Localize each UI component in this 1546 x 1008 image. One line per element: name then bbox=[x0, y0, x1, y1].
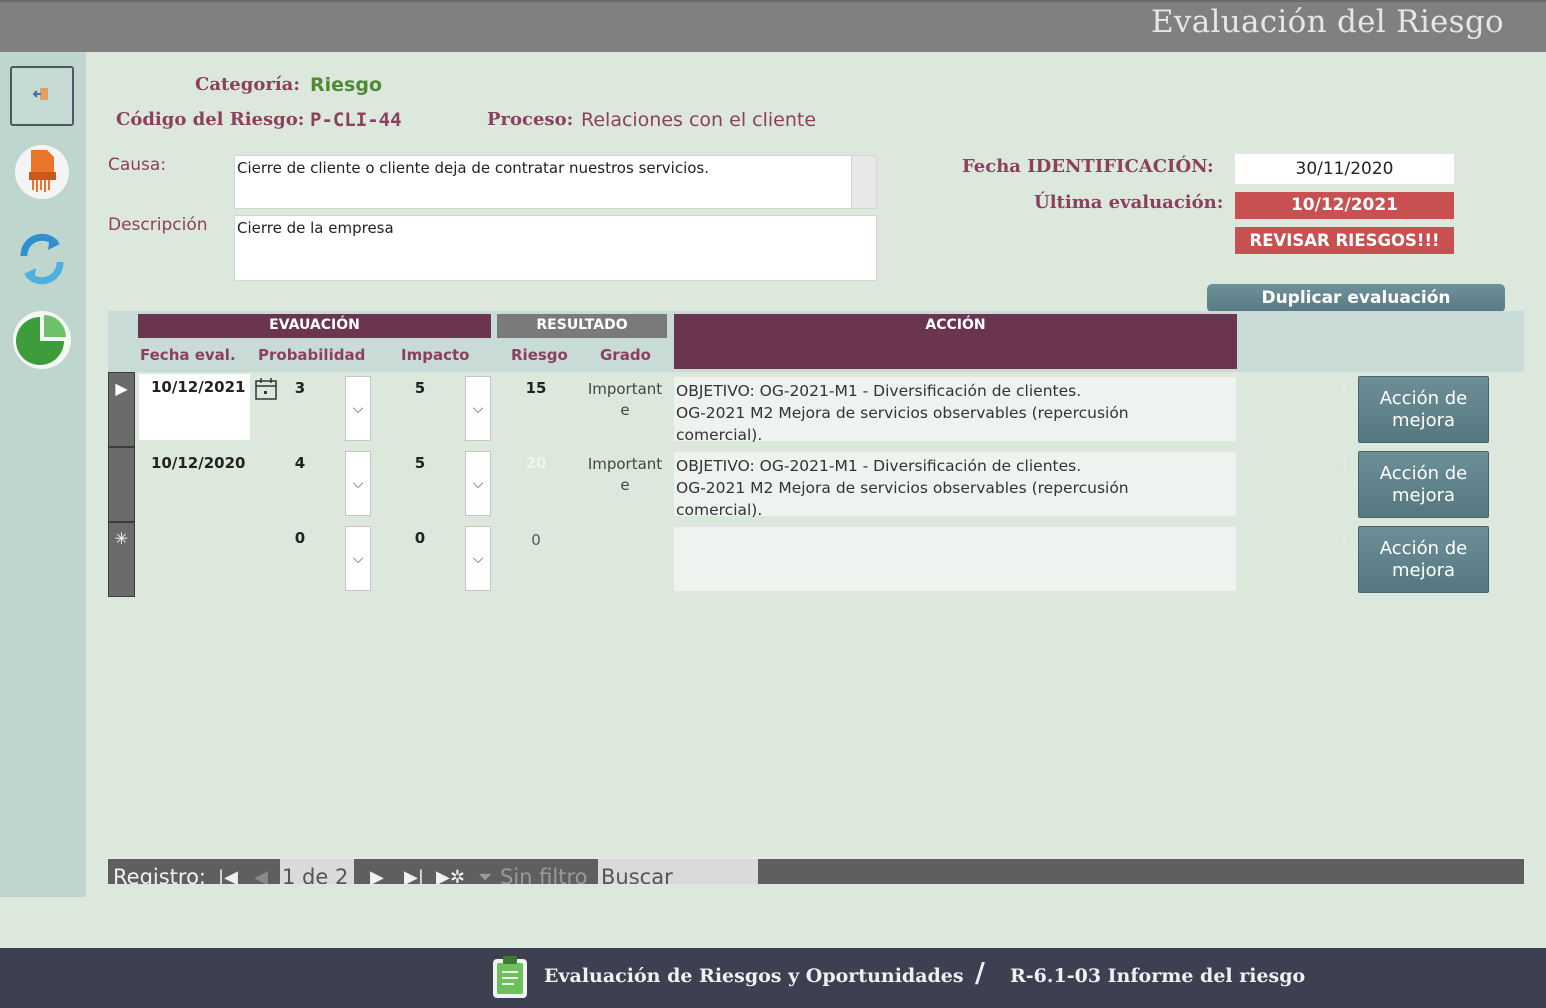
chart-button[interactable] bbox=[10, 309, 74, 375]
row-selector[interactable] bbox=[108, 447, 135, 522]
pdf-report-button[interactable] bbox=[10, 142, 74, 202]
footer-separator: / bbox=[975, 958, 985, 989]
pie-chart-icon bbox=[11, 309, 73, 375]
row2-impacto-dropdown[interactable]: ⌵ bbox=[465, 451, 491, 516]
fecha-identificacion-label: Fecha IDENTIFICACIÓN: bbox=[962, 156, 1214, 177]
row3-accion-mejora-button[interactable]: Acción de mejora bbox=[1358, 526, 1489, 593]
descripcion-field[interactable]: Cierre de la empresa bbox=[234, 215, 877, 281]
search-input[interactable]: Buscar bbox=[598, 859, 758, 884]
row1-riesgo: 15 bbox=[525, 379, 547, 397]
footer: Evaluación de Riesgos y Oportunidades / … bbox=[0, 948, 1546, 1008]
descripcion-text: Cierre de la empresa bbox=[237, 219, 394, 237]
col-riesgo: Riesgo bbox=[511, 346, 568, 364]
row3-impacto[interactable]: 0 bbox=[405, 529, 435, 547]
last-record-icon[interactable]: ▶| bbox=[404, 867, 424, 884]
col-probabilidad: Probabilidad bbox=[258, 346, 366, 364]
row1-fecha[interactable]: 10/12/2021 bbox=[139, 374, 250, 440]
row2-accion[interactable]: OBJETIVO: OG-2021-M1 - Diversificación d… bbox=[674, 452, 1236, 519]
descripcion-label: Descripción bbox=[108, 215, 208, 235]
causa-label: Causa: bbox=[108, 155, 167, 175]
record-position[interactable]: 1 de 2 bbox=[280, 859, 354, 884]
row-selector-new[interactable]: ✳ bbox=[108, 522, 135, 597]
title-bar: Evaluación del Riesgo bbox=[0, 0, 1546, 52]
new-record-icon[interactable]: ▶✲ bbox=[436, 867, 465, 884]
proceso-value: Relaciones con el cliente bbox=[581, 109, 817, 131]
record-navigation: Registro: |◀ ◀ 1 de 2 ▶ ▶| ▶✲ ⏷ Sin filt… bbox=[108, 857, 1524, 884]
row1-impacto-dropdown[interactable]: ⌵ bbox=[465, 376, 491, 441]
duplicate-evaluation-button[interactable]: Duplicar evaluación bbox=[1207, 284, 1505, 312]
group-header-accion: ACCIÓN bbox=[674, 314, 1237, 369]
causa-field[interactable]: Cierre de cliente o cliente deja de cont… bbox=[234, 155, 877, 209]
categoria-value: Riesgo bbox=[310, 74, 382, 96]
chevron-down-icon: ⌵ bbox=[352, 400, 364, 417]
row1-impacto[interactable]: 5 bbox=[405, 379, 435, 397]
row1-probabilidad[interactable]: 3 bbox=[285, 379, 315, 397]
pdf-report-icon bbox=[12, 140, 72, 204]
exit-button[interactable] bbox=[10, 66, 74, 126]
revisar-alert: REVISAR RIESGOS!!! bbox=[1235, 227, 1454, 254]
ultima-evaluacion-label: Última evaluación: bbox=[1034, 192, 1224, 213]
causa-scrollbar[interactable] bbox=[851, 156, 876, 208]
col-fecha: Fecha eval. bbox=[140, 346, 236, 364]
codigo-label: Código del Riesgo: bbox=[116, 109, 305, 130]
chevron-down-icon: ⌵ bbox=[472, 550, 484, 567]
row1-grado: Important e bbox=[587, 380, 663, 419]
first-record-icon[interactable]: |◀ bbox=[218, 867, 238, 884]
chevron-down-icon: ⌵ bbox=[352, 550, 364, 567]
row1-accion[interactable]: OBJETIVO: OG-2021-M1 - Diversificación d… bbox=[674, 377, 1236, 444]
row2-grado: Important e bbox=[587, 455, 663, 494]
window-title: Evaluación del Riesgo bbox=[1150, 4, 1504, 40]
previous-record-icon[interactable]: ◀ bbox=[254, 867, 268, 884]
clipboard-icon bbox=[490, 954, 532, 1004]
row2-accion-mejora-button[interactable]: Acción de mejora bbox=[1358, 451, 1489, 518]
refresh-icon bbox=[14, 228, 70, 292]
row3-riesgo: 0 bbox=[531, 531, 541, 549]
proceso-label: Proceso: bbox=[487, 109, 574, 130]
next-record-icon[interactable]: ▶ bbox=[370, 867, 384, 884]
footer-report-name: R-6.1-03 Informe del riesgo bbox=[1010, 965, 1306, 987]
col-grado: Grado bbox=[600, 346, 651, 364]
exit-icon bbox=[31, 86, 53, 106]
row1-accion-mejora-button[interactable]: Acción de mejora bbox=[1358, 376, 1489, 443]
row2-impacto[interactable]: 5 bbox=[405, 454, 435, 472]
filter-icon[interactable]: ⏷ bbox=[478, 867, 492, 884]
fecha-identificacion-field[interactable]: 30/11/2020 bbox=[1235, 154, 1454, 184]
row1-probabilidad-dropdown[interactable]: ⌵ bbox=[345, 376, 371, 441]
row2-probabilidad-dropdown[interactable]: ⌵ bbox=[345, 451, 371, 516]
row3-probabilidad-dropdown[interactable]: ⌵ bbox=[345, 526, 371, 591]
row2-riesgo: 20 bbox=[525, 454, 547, 472]
chevron-down-icon: ⌵ bbox=[472, 400, 484, 417]
filter-status[interactable]: Sin filtro bbox=[500, 865, 587, 884]
row3-accion[interactable] bbox=[674, 527, 1236, 591]
codigo-value: P-CLI-44 bbox=[310, 109, 402, 131]
row2-fecha[interactable]: 10/12/2020 bbox=[151, 454, 245, 472]
categoria-label: Categoría: bbox=[195, 74, 300, 95]
row2-probabilidad[interactable]: 4 bbox=[285, 454, 315, 472]
row3-impacto-dropdown[interactable]: ⌵ bbox=[465, 526, 491, 591]
registro-label: Registro: bbox=[113, 865, 207, 884]
sidebar bbox=[0, 52, 86, 897]
chevron-down-icon: ⌵ bbox=[472, 475, 484, 492]
group-header-evaluacion: EVAUACIÓN bbox=[138, 314, 491, 338]
footer-app-name: Evaluación de Riesgos y Oportunidades bbox=[544, 965, 964, 987]
row-selector-current[interactable]: ▶ bbox=[108, 372, 135, 447]
ultima-evaluacion-field: 10/12/2021 bbox=[1235, 192, 1454, 219]
group-header-resultado: RESULTADO bbox=[497, 314, 667, 338]
chevron-down-icon: ⌵ bbox=[352, 475, 364, 492]
col-impacto: Impacto bbox=[401, 346, 470, 364]
refresh-button[interactable] bbox=[10, 230, 74, 290]
calendar-icon[interactable] bbox=[254, 377, 278, 405]
causa-text: Cierre de cliente o cliente deja de cont… bbox=[237, 159, 710, 177]
row3-probabilidad[interactable]: 0 bbox=[285, 529, 315, 547]
